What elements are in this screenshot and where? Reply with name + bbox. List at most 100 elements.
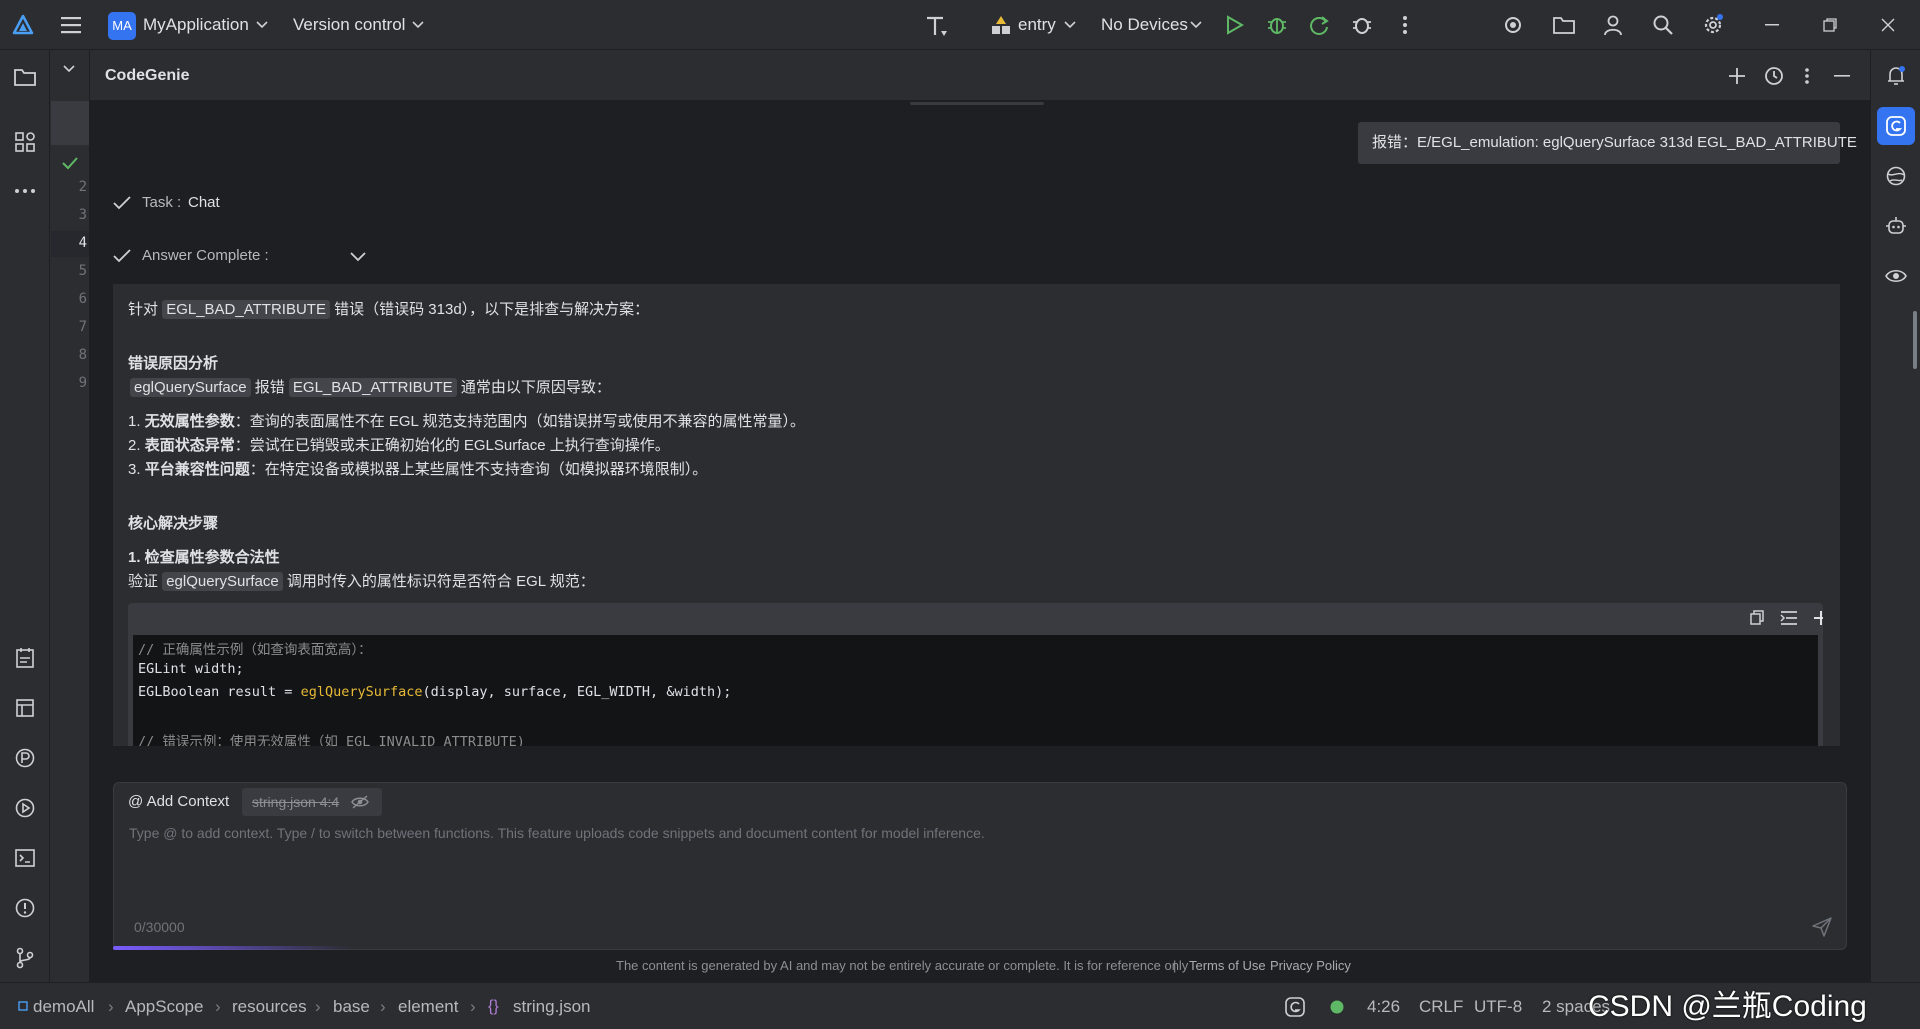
user-message-bubble: 报错：E/EGL_emulation: eglQuerySurface 313d… bbox=[1358, 122, 1857, 164]
list-number: 1. bbox=[128, 413, 141, 430]
search-icon[interactable] bbox=[1650, 12, 1676, 38]
log-icon[interactable] bbox=[12, 695, 38, 721]
file-encoding[interactable]: UTF-8 bbox=[1474, 983, 1522, 1029]
eye-hidden-icon[interactable] bbox=[350, 793, 370, 811]
breadcrumb-item[interactable]: resources bbox=[232, 983, 307, 1029]
panel-more-icon[interactable] bbox=[1797, 64, 1817, 88]
account-icon[interactable] bbox=[1600, 12, 1626, 38]
attach-debugger-icon[interactable] bbox=[1349, 12, 1375, 38]
task-label: Task : bbox=[142, 194, 182, 211]
history-clock-icon[interactable] bbox=[1762, 64, 1786, 88]
todo-icon[interactable] bbox=[12, 645, 38, 671]
breadcrumb-item[interactable]: string.json bbox=[513, 983, 590, 1029]
git-branch-icon[interactable] bbox=[12, 945, 38, 971]
panel-scrollbar[interactable] bbox=[1913, 311, 1917, 369]
services-icon[interactable] bbox=[12, 795, 38, 821]
code-block: // 正确属性示例（如查询表面宽高）： EGLint width; EGLBoo… bbox=[128, 603, 1823, 746]
chevron-down-icon[interactable] bbox=[1062, 17, 1078, 33]
apply-changes-icon[interactable] bbox=[1306, 12, 1332, 38]
notifications-bell-icon[interactable] bbox=[1883, 63, 1909, 89]
breadcrumb-item[interactable]: element bbox=[398, 983, 458, 1029]
main-menu-icon[interactable] bbox=[58, 12, 84, 38]
collapse-chevron-icon[interactable] bbox=[57, 59, 81, 79]
send-icon[interactable] bbox=[1810, 915, 1834, 939]
list-item: 1. 无效属性参数：查询的表面属性不在 EGL 规范支持范围内（如错误拼写或使用… bbox=[128, 410, 805, 431]
code-line: EGLint width; bbox=[138, 661, 244, 677]
inline-code: eglQuerySurface bbox=[162, 572, 283, 591]
breadcrumb-separator: › bbox=[315, 997, 321, 1016]
project-badge[interactable]: MA bbox=[108, 12, 136, 40]
globe-icon[interactable] bbox=[1883, 163, 1909, 189]
close-window-icon[interactable] bbox=[1876, 12, 1900, 38]
context-file-chip[interactable]: string.json 4:4 bbox=[242, 788, 382, 816]
more-horizontal-icon[interactable] bbox=[12, 178, 38, 204]
breadcrumb-item[interactable]: base bbox=[333, 983, 370, 1029]
chevron-down-icon[interactable] bbox=[410, 17, 426, 33]
debug-icon[interactable] bbox=[1264, 12, 1290, 38]
expand-chevron-icon[interactable] bbox=[348, 248, 368, 266]
answer-check-icon bbox=[112, 246, 132, 266]
minimize-window-icon[interactable] bbox=[1760, 12, 1784, 38]
profiler-icon[interactable] bbox=[12, 745, 38, 771]
version-control-menu[interactable]: Version control bbox=[293, 0, 405, 50]
task-check-icon bbox=[112, 193, 132, 213]
device-manager-icon[interactable] bbox=[1500, 12, 1526, 38]
problems-icon[interactable] bbox=[12, 895, 38, 921]
hide-panel-icon[interactable] bbox=[1830, 64, 1854, 88]
run-icon[interactable] bbox=[1222, 12, 1248, 38]
preview-eye-icon[interactable] bbox=[1883, 263, 1909, 289]
restore-window-icon[interactable] bbox=[1818, 12, 1842, 38]
breadcrumb-item[interactable]: AppScope bbox=[125, 983, 203, 1029]
status-ok-dot-icon[interactable] bbox=[1329, 999, 1345, 1015]
left-tool-window-bar bbox=[0, 51, 50, 982]
line-separator[interactable]: CRLF bbox=[1419, 983, 1463, 1029]
structure-icon[interactable] bbox=[12, 129, 38, 155]
build-hammer-icon[interactable] bbox=[922, 12, 952, 40]
breadcrumb-item[interactable]: demoAll bbox=[33, 983, 94, 1029]
inline-code: EGL_BAD_ATTRIBUTE bbox=[288, 378, 457, 397]
chevron-down-icon[interactable] bbox=[1188, 17, 1204, 33]
breadcrumb-separator: › bbox=[380, 997, 386, 1016]
module-icon[interactable] bbox=[988, 12, 1014, 38]
terminal-icon[interactable] bbox=[12, 845, 38, 871]
breadcrumb-separator: › bbox=[108, 997, 114, 1016]
robot-assistant-icon[interactable] bbox=[1883, 213, 1909, 239]
chat-input-placeholder[interactable]: Type @ to add context. Type / to switch … bbox=[129, 825, 985, 841]
panel-header: CodeGenie bbox=[90, 51, 1870, 101]
chat-input-box[interactable]: @ Add Context string.json 4:4 Type @ to … bbox=[113, 782, 1847, 950]
footer-separator: | bbox=[1173, 958, 1177, 973]
project-folder-icon[interactable] bbox=[12, 64, 38, 90]
codegenie-status-icon[interactable] bbox=[1282, 994, 1308, 1020]
json-braces-icon: {} bbox=[488, 998, 499, 1015]
chevron-down-icon[interactable] bbox=[254, 17, 270, 33]
settings-gear-icon[interactable] bbox=[1700, 12, 1726, 38]
list-number: 3. bbox=[128, 461, 141, 478]
app-logo-icon[interactable] bbox=[10, 12, 36, 38]
code-function: eglQuerySurface bbox=[300, 684, 423, 700]
scroll-indicator bbox=[910, 102, 1044, 105]
add-context-button[interactable]: @ Add Context bbox=[120, 788, 238, 816]
answer-status-label: Answer Complete : bbox=[142, 247, 269, 264]
module-selector[interactable]: entry bbox=[1018, 0, 1056, 50]
project-name[interactable]: MyApplication bbox=[143, 0, 249, 50]
inline-code: EGL_BAD_ATTRIBUTE bbox=[162, 300, 330, 319]
new-chat-plus-icon[interactable] bbox=[1725, 64, 1749, 88]
codegenie-tool-button[interactable] bbox=[1877, 107, 1915, 145]
terms-of-use-link[interactable]: Terms of Use bbox=[1189, 958, 1266, 973]
module-square-icon bbox=[16, 999, 30, 1013]
device-selector[interactable]: No Devices bbox=[1101, 0, 1188, 50]
privacy-policy-link[interactable]: Privacy Policy bbox=[1270, 958, 1351, 973]
answer-content: 针对 EGL_BAD_ATTRIBUTE 错误（错误码 313d），以下是排查与… bbox=[113, 284, 1840, 746]
add-code-icon[interactable] bbox=[1810, 607, 1823, 629]
insert-code-icon[interactable] bbox=[1778, 607, 1800, 629]
line-number-current: 4 bbox=[78, 235, 87, 251]
more-vertical-icon[interactable] bbox=[1392, 12, 1418, 38]
step-text: 验证 eglQuerySurface 调用时传入的属性标识符是否符合 EGL 规… bbox=[128, 570, 595, 591]
project-structure-icon[interactable] bbox=[1550, 12, 1578, 38]
copy-icon[interactable] bbox=[1746, 607, 1768, 629]
text: 针对 bbox=[128, 301, 159, 318]
cursor-position[interactable]: 4:26 bbox=[1367, 983, 1400, 1029]
line-number: 3 bbox=[78, 207, 87, 223]
inline-code: eglQuerySurface bbox=[130, 378, 251, 397]
breadcrumb-separator: › bbox=[470, 997, 476, 1016]
